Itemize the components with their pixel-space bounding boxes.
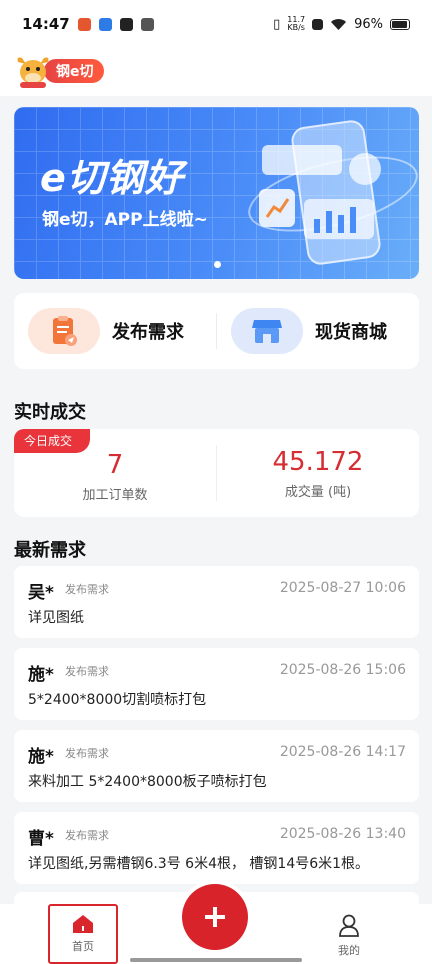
- today-tag: 今日成交: [14, 429, 91, 453]
- demand-time: 2025-08-27 10:06: [279, 580, 406, 596]
- demand-type: 发布需求: [65, 583, 109, 596]
- nav-home-tab[interactable]: 首页: [48, 904, 118, 964]
- demand-user: 施*: [28, 747, 54, 767]
- list-item[interactable]: 施* 发布需求 2025-08-26 14:17 来料加工 5*2400*800…: [14, 730, 419, 802]
- banner-title: e切钢好: [40, 156, 184, 200]
- clipboard-send-icon: [28, 308, 100, 354]
- shop-icon: [231, 308, 303, 354]
- weibo-notification-icon: [77, 17, 91, 31]
- banner-gauge-decoration: [349, 153, 381, 185]
- demand-type: 发布需求: [65, 747, 109, 760]
- spot-mall-label: 现货商城: [315, 322, 387, 343]
- net-speed: 11.7 KB/s: [287, 15, 306, 32]
- user-icon: [339, 914, 359, 937]
- banner-trend-decoration: [259, 189, 295, 227]
- publish-demand-button[interactable]: 发布需求: [14, 293, 216, 369]
- battery-percent: 96%: [354, 16, 383, 32]
- stat-orders-value: 7: [106, 449, 124, 480]
- add-button[interactable]: [182, 884, 248, 950]
- stat-volume-label: 成交量 (吨): [284, 484, 352, 500]
- spot-mall-button[interactable]: 现货商城: [216, 308, 419, 354]
- demand-time: 2025-08-26 14:17: [279, 744, 406, 760]
- wifi-icon: [331, 18, 347, 30]
- home-icon: [73, 915, 93, 933]
- banner-page-indicator: [214, 261, 221, 268]
- demand-desc: 5*2400*8000切割喷标打包: [28, 692, 207, 708]
- app-header: 钢e切: [0, 48, 432, 96]
- promo-banner[interactable]: e切钢好 钢e切，APP上线啦~: [14, 107, 419, 279]
- banner-card-decoration: [262, 145, 342, 175]
- realtime-section-title: 实时成交: [14, 402, 86, 423]
- list-item[interactable]: 吴* 发布需求 2025-08-27 10:06 详见图纸: [14, 566, 419, 638]
- plus-icon: [205, 907, 225, 927]
- app-logo: 钢e切: [14, 52, 104, 90]
- tiktok-notification-icon: [119, 17, 133, 31]
- app-notification-icon: [98, 17, 112, 31]
- realtime-stats-card: 今日成交 7 加工订单数 45.172 成交量 (吨): [14, 429, 419, 517]
- quick-actions: 发布需求 现货商城: [14, 293, 419, 369]
- demand-type: 发布需求: [65, 665, 109, 678]
- stat-orders-label: 加工订单数: [82, 487, 148, 503]
- banner-bar-chart-decoration: [304, 199, 374, 239]
- demand-type: 发布需求: [65, 829, 109, 842]
- status-bar: 14:47 ▯ 11.7 KB/s 96%: [0, 0, 432, 48]
- demand-desc: 来料加工 5*2400*8000板子喷标打包: [28, 774, 267, 790]
- vibrate-icon: ▯: [273, 16, 281, 32]
- sim-icon: [312, 18, 324, 30]
- demand-desc: 详见图纸: [28, 610, 84, 626]
- nav-me-label: 我的: [338, 944, 360, 957]
- nav-me-tab[interactable]: 我的: [318, 910, 380, 962]
- banner-subtitle: 钢e切，APP上线啦~: [42, 210, 208, 230]
- bull-mascot-icon: [17, 57, 49, 88]
- app2-notification-icon: [140, 17, 154, 31]
- list-item[interactable]: 曹* 发布需求 2025-08-26 13:40 详见图纸,另需槽钢6.3号 6…: [14, 812, 419, 884]
- demand-user: 施*: [28, 665, 54, 685]
- battery-icon: [390, 18, 410, 30]
- demand-time: 2025-08-26 13:40: [279, 826, 406, 842]
- logo-text: 钢e切: [44, 59, 104, 83]
- stat-volume-value: 45.172: [272, 446, 364, 477]
- list-item[interactable]: 施* 发布需求 2025-08-26 15:06 5*2400*8000切割喷标…: [14, 648, 419, 720]
- demand-user: 吴*: [28, 583, 54, 603]
- demand-desc: 详见图纸,另需槽钢6.3号 6米4根， 槽钢14号6米1根。: [28, 856, 370, 872]
- nav-home-label: 首页: [72, 940, 94, 953]
- latest-section-title: 最新需求: [14, 540, 86, 561]
- demand-user: 曹*: [28, 829, 54, 849]
- system-home-indicator[interactable]: [130, 958, 302, 962]
- status-time: 14:47: [22, 15, 70, 33]
- publish-demand-label: 发布需求: [112, 322, 184, 343]
- stat-volume: 45.172 成交量 (吨): [216, 445, 419, 501]
- demand-time: 2025-08-26 15:06: [279, 662, 406, 678]
